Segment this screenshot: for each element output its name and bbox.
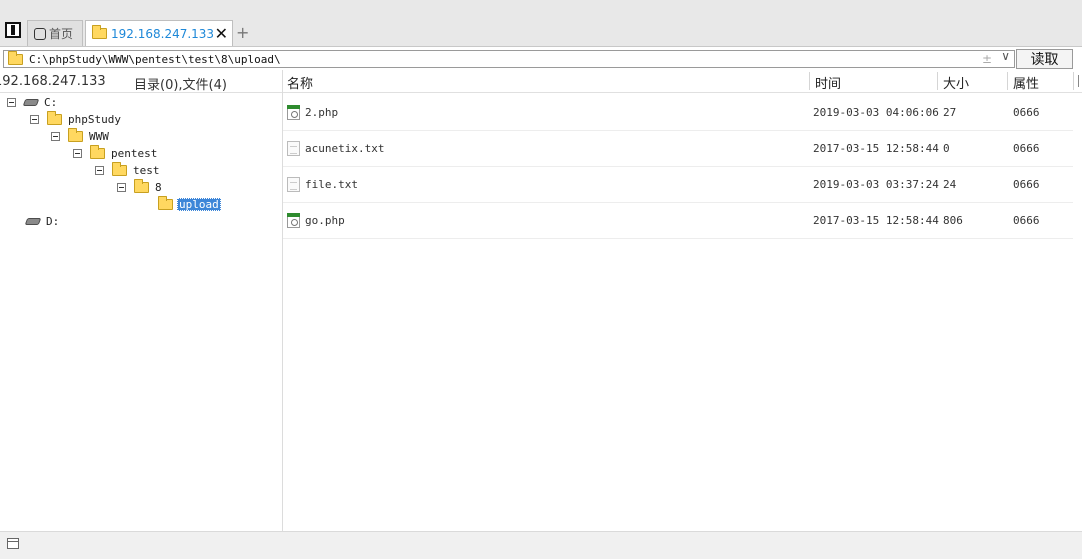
- directory-tree-panel: 192.168.247.133 目录(0),文件(4) C: phpStudy …: [0, 70, 283, 531]
- tab-home[interactable]: 首页: [27, 20, 83, 46]
- path-input[interactable]: [29, 52, 929, 66]
- php-file-icon: [287, 105, 300, 120]
- chevron-down-icon[interactable]: ∨: [1001, 49, 1010, 63]
- column-divider[interactable]: [1007, 72, 1008, 90]
- tree-node-phpstudy[interactable]: phpStudy: [30, 110, 121, 127]
- hard-drive-icon: [22, 98, 40, 106]
- file-time: 2017-03-15 12:58:44: [813, 214, 939, 227]
- folder-icon: [92, 25, 107, 39]
- file-name: 2.php: [305, 106, 339, 119]
- file-list-panel: 名称 时间 大小 属性 2.php 2019-03-03 04:06:06 27…: [283, 70, 1082, 531]
- column-name[interactable]: 名称: [287, 73, 313, 92]
- file-time: 2019-03-03 03:37:24: [813, 178, 939, 191]
- folder-icon: [47, 110, 62, 125]
- tree-node-d-drive[interactable]: D:: [24, 213, 60, 229]
- tree-node-www[interactable]: WWW: [51, 127, 109, 144]
- tab-remote-host-label: 192.168.247.133: [111, 26, 215, 41]
- tree-node-label: 8: [155, 180, 162, 194]
- file-row[interactable]: file.txt 2019-03-03 03:37:24 24 0666: [283, 167, 1073, 203]
- text-file-icon: [287, 177, 300, 192]
- tree-node-label: phpStudy: [68, 112, 121, 126]
- collapse-icon[interactable]: [95, 165, 104, 175]
- folder-icon: [134, 178, 149, 193]
- tree-node-label: pentest: [111, 146, 158, 160]
- collapse-icon[interactable]: [7, 97, 16, 107]
- folder-icon: [90, 144, 105, 159]
- column-time[interactable]: 时间: [815, 73, 841, 92]
- close-tab-icon[interactable]: ✕: [215, 24, 228, 43]
- tree-node-c-drive[interactable]: C:: [7, 94, 57, 110]
- folder-icon: [68, 127, 83, 142]
- collapse-icon[interactable]: [30, 114, 39, 124]
- tree-node-8[interactable]: 8: [117, 178, 162, 195]
- tree-node-label-selected: upload: [177, 197, 221, 211]
- host-label: 192.168.247.133: [0, 74, 106, 89]
- file-name: go.php: [305, 214, 345, 227]
- status-bar: [0, 531, 1082, 559]
- collapse-icon[interactable]: [73, 148, 82, 158]
- file-size: 0: [943, 142, 950, 155]
- tree-node-pentest[interactable]: pentest: [73, 144, 158, 161]
- add-tab-icon[interactable]: +: [236, 23, 249, 42]
- hard-drive-icon: [24, 217, 42, 225]
- folder-icon: [158, 195, 173, 210]
- tree-node-label: WWW: [89, 129, 109, 143]
- folder-icon: [8, 50, 23, 65]
- text-file-icon: [287, 141, 300, 156]
- column-divider[interactable]: [809, 72, 810, 90]
- app-logo-icon[interactable]: [5, 22, 21, 38]
- column-divider[interactable]: [937, 72, 938, 90]
- tree-node-upload[interactable]: upload: [158, 195, 221, 212]
- php-file-icon: [287, 213, 300, 228]
- address-bar: ± ∨: [3, 49, 1015, 68]
- file-time: 2017-03-15 12:58:44: [813, 142, 939, 155]
- file-size: 24: [943, 178, 957, 191]
- tree-header: 192.168.247.133 目录(0),文件(4): [0, 70, 282, 93]
- file-attr: 0666: [1013, 214, 1040, 227]
- file-name: acunetix.txt: [305, 142, 385, 155]
- file-row[interactable]: acunetix.txt 2017-03-15 12:58:44 0 0666: [283, 131, 1073, 167]
- collapse-icon[interactable]: [51, 131, 60, 141]
- file-time: 2019-03-03 04:06:06: [813, 106, 939, 119]
- file-size: 27: [943, 106, 957, 119]
- read-button[interactable]: 读取: [1016, 49, 1073, 69]
- file-name: file.txt: [305, 178, 358, 191]
- tab-bar: 首页 192.168.247.133 ✕ +: [0, 0, 1082, 47]
- file-attr: 0666: [1013, 106, 1040, 119]
- file-attr: 0666: [1013, 142, 1040, 155]
- window-icon[interactable]: [7, 538, 19, 549]
- tree-node-label: C:: [44, 95, 58, 109]
- directory-summary: 目录(0),文件(4): [134, 78, 227, 93]
- tab-remote-host[interactable]: 192.168.247.133 ✕: [85, 20, 233, 46]
- tree-node-test[interactable]: test: [95, 161, 160, 178]
- folder-icon: [112, 161, 127, 176]
- column-size[interactable]: 大小: [943, 73, 969, 92]
- collapse-icon[interactable]: [117, 182, 126, 192]
- home-icon: [34, 27, 46, 40]
- tree-node-label: D:: [46, 214, 60, 228]
- column-divider[interactable]: [1073, 72, 1074, 90]
- file-row[interactable]: go.php 2017-03-15 12:58:44 806 0666: [283, 203, 1073, 239]
- panel-edge-divider: [1078, 75, 1079, 87]
- file-list-header: 名称 时间 大小 属性: [283, 70, 1082, 93]
- history-icon[interactable]: ±: [982, 51, 992, 67]
- column-attributes[interactable]: 属性: [1013, 73, 1039, 92]
- file-attr: 0666: [1013, 178, 1040, 191]
- file-size: 806: [943, 214, 963, 227]
- tab-home-label: 首页: [49, 27, 74, 41]
- tree-node-label: test: [133, 163, 160, 177]
- file-row[interactable]: 2.php 2019-03-03 04:06:06 27 0666: [283, 95, 1073, 131]
